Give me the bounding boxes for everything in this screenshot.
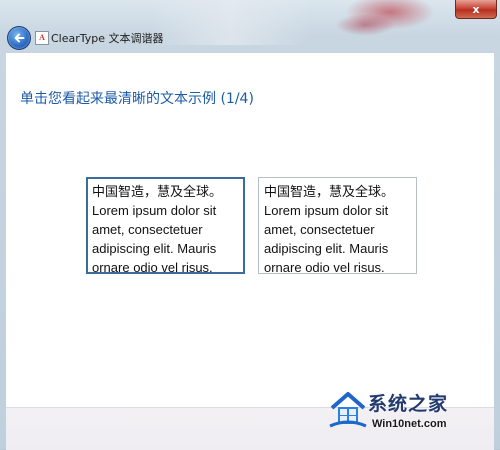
sample-line: ornare odio vel risus.: [92, 260, 213, 275]
watermark-site: Win10net.com: [372, 418, 447, 430]
house-logo-icon: [329, 392, 367, 428]
sample-line: ornare odio vel risus.: [264, 260, 385, 275]
window-frame: x A ClearType 文本调谐器 单击您看起来最清晰的文本示例 (1/4)…: [0, 0, 500, 450]
sample-line: 中国智造，慧及全球。: [264, 184, 395, 199]
cleartype-app-icon: A: [35, 31, 49, 45]
sample-line: adipiscing elit. Mauris: [92, 241, 217, 256]
watermark: 系统之家 Win10net.com: [328, 384, 500, 449]
sample-line: Lorem ipsum dolor sit: [264, 203, 389, 218]
close-icon: x: [472, 2, 480, 16]
back-button[interactable]: [7, 26, 31, 50]
text-sample-1[interactable]: 中国智造，慧及全球。 Lorem ipsum dolor sit amet, c…: [86, 177, 245, 275]
text-sample-2[interactable]: 中国智造，慧及全球。 Lorem ipsum dolor sit amet, c…: [258, 177, 417, 275]
sample-line: adipiscing elit. Mauris: [264, 241, 389, 256]
sample-line: amet, consectetuer: [264, 222, 375, 237]
window-title: ClearType 文本调谐器: [51, 32, 164, 45]
sample-line: amet, consectetuer: [92, 222, 203, 237]
sample-line: Lorem ipsum dolor sit: [92, 203, 217, 218]
page-heading: 单击您看起来最清晰的文本示例 (1/4): [20, 91, 254, 107]
close-button[interactable]: x: [455, 0, 497, 19]
content-area: 单击您看起来最清晰的文本示例 (1/4) 中国智造，慧及全球。 Lorem ip…: [6, 52, 494, 408]
back-arrow-icon: [14, 33, 25, 43]
title-bar: A ClearType 文本调谐器: [0, 22, 500, 52]
watermark-brand: 系统之家: [368, 393, 449, 415]
sample-line: 中国智造，慧及全球。: [92, 184, 223, 199]
